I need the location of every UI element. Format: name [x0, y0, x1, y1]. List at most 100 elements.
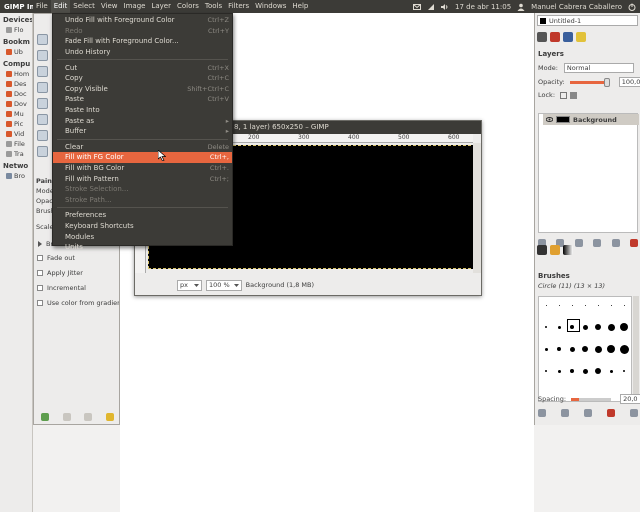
- brush-preview[interactable]: [582, 324, 588, 330]
- menu-select[interactable]: Select: [70, 0, 98, 13]
- sidebar-item[interactable]: Ub: [0, 47, 32, 57]
- lock-pixels-toggle[interactable]: [560, 91, 568, 99]
- menu-layer[interactable]: Layer: [148, 0, 174, 13]
- menu-item[interactable]: Preferences: [53, 210, 232, 221]
- sidebar-item[interactable]: Mu: [0, 109, 32, 119]
- text-tool-icon[interactable]: [37, 66, 48, 77]
- spacing-field[interactable]: 20,0: [620, 394, 640, 404]
- restore-options-icon[interactable]: [62, 413, 71, 421]
- brush-preview[interactable]: [582, 368, 588, 374]
- delete-options-icon[interactable]: [84, 413, 93, 421]
- mail-icon[interactable]: [413, 3, 422, 11]
- menu-file[interactable]: File: [33, 0, 51, 13]
- brush-preview[interactable]: [623, 370, 625, 372]
- brush-scrollbar[interactable]: [633, 296, 639, 402]
- layer-mode-select[interactable]: Normal: [563, 63, 634, 73]
- duplicate-layer-icon[interactable]: [593, 239, 602, 247]
- menu-help[interactable]: Help: [289, 0, 311, 13]
- user-name[interactable]: Manuel Cabrera Caballero: [531, 3, 622, 11]
- checkbox-icon[interactable]: [37, 254, 43, 261]
- menu-view[interactable]: View: [98, 0, 121, 13]
- reset-options-icon[interactable]: [106, 413, 115, 421]
- network-icon[interactable]: [427, 3, 435, 11]
- clock[interactable]: 17 de abr 11:05: [455, 3, 511, 11]
- sidebar-item[interactable]: Bro: [0, 171, 32, 181]
- lower-layer-icon[interactable]: [574, 239, 583, 247]
- unit-select[interactable]: px: [177, 279, 202, 291]
- brush-preview[interactable]: [595, 368, 601, 374]
- menu-item[interactable]: Copy Visible Shift+Ctrl+C: [53, 84, 232, 95]
- brush-preview[interactable]: [594, 345, 602, 353]
- checkbox-icon[interactable]: [37, 284, 43, 291]
- refresh-brushes-icon[interactable]: [630, 409, 638, 417]
- eye-icon[interactable]: [546, 117, 553, 122]
- brush-preview[interactable]: [609, 369, 613, 373]
- brush-preview[interactable]: [557, 369, 561, 373]
- brush-preview[interactable]: [544, 347, 548, 351]
- menu-item[interactable]: Fill with Pattern Ctrl+;: [53, 173, 232, 184]
- delete-layer-icon[interactable]: [629, 239, 638, 247]
- delete-brush-icon[interactable]: [607, 409, 615, 417]
- brushes-tab-icon[interactable]: [537, 245, 547, 255]
- lock-alpha-toggle[interactable]: [570, 91, 578, 99]
- menu-item[interactable]: Modules: [53, 231, 232, 242]
- channels-tab-icon[interactable]: [550, 32, 560, 42]
- image-selector[interactable]: Untitled-1: [537, 15, 638, 26]
- menu-item[interactable]: Fill with FG Color Ctrl+,: [53, 152, 232, 163]
- paths-tab-icon[interactable]: [563, 32, 573, 42]
- clone-tool-icon[interactable]: [37, 82, 48, 93]
- brush-tool-icon[interactable]: [37, 98, 48, 109]
- volume-icon[interactable]: [441, 3, 449, 11]
- rect-select-tool-icon[interactable]: [37, 34, 48, 45]
- menu-windows[interactable]: Windows: [252, 0, 289, 13]
- brush-preview[interactable]: [584, 304, 586, 306]
- brush-preview[interactable]: [597, 304, 599, 306]
- menu-item[interactable]: Redo Ctrl+Y: [53, 26, 232, 37]
- brush-preview[interactable]: [607, 323, 615, 331]
- menu-item[interactable]: Units: [53, 242, 232, 253]
- menu-filters[interactable]: Filters: [225, 0, 252, 13]
- duplicate-brush-icon[interactable]: [584, 409, 592, 417]
- opacity-slider-handle[interactable]: [603, 77, 610, 87]
- brush-grid[interactable]: [538, 296, 632, 402]
- brush-preview[interactable]: [545, 326, 547, 328]
- sidebar-item[interactable]: Des: [0, 79, 32, 89]
- sidebar-item[interactable]: Doc: [0, 89, 32, 99]
- menu-edit[interactable]: Edit: [50, 0, 71, 13]
- menu-item[interactable]: Stroke Selection...: [53, 184, 232, 195]
- brush-preview[interactable]: [570, 369, 574, 373]
- sidebar-item[interactable]: Flo: [0, 25, 32, 35]
- menu-item[interactable]: Clear Delete: [53, 142, 232, 153]
- menu-item[interactable]: Copy Ctrl+C: [53, 73, 232, 84]
- brush-preview[interactable]: [619, 344, 629, 354]
- power-icon[interactable]: [628, 3, 636, 11]
- brush-preview[interactable]: [595, 324, 601, 330]
- brush-preview[interactable]: [558, 304, 560, 306]
- layer-row[interactable]: Background: [543, 114, 639, 125]
- brush-preview[interactable]: [545, 304, 547, 306]
- spacing-slider[interactable]: [571, 397, 612, 401]
- brush-preview[interactable]: [610, 304, 612, 306]
- checkbox-icon[interactable]: [37, 269, 43, 276]
- gradients-tab-icon[interactable]: [563, 245, 573, 255]
- brush-preview[interactable]: [571, 304, 573, 306]
- sidebar-item[interactable]: Pic: [0, 119, 32, 129]
- fuzzy-select-tool-icon[interactable]: [37, 130, 48, 141]
- layers-tab-icon[interactable]: [537, 32, 547, 42]
- brush-preview[interactable]: [557, 347, 561, 351]
- menu-item[interactable]: Fill with BG Color Ctrl+.: [53, 163, 232, 174]
- brush-preview[interactable]: [623, 304, 625, 306]
- smudge-tool-icon[interactable]: [37, 114, 48, 125]
- option-checkbox[interactable]: Incremental: [34, 280, 119, 295]
- paths-tool-icon[interactable]: [37, 146, 48, 157]
- opacity-field[interactable]: 100,0: [618, 77, 640, 87]
- brush-preview[interactable]: [607, 345, 615, 353]
- menu-item[interactable]: Keyboard Shortcuts: [53, 221, 232, 232]
- menu-item[interactable]: Fade Fill with Foreground Color...: [53, 36, 232, 47]
- opacity-slider[interactable]: [569, 77, 610, 87]
- menu-item[interactable]: Undo Fill with Foreground Color Ctrl+Z: [53, 15, 232, 26]
- menu-item[interactable]: Buffer ▸: [53, 126, 232, 137]
- menu-item[interactable]: Cut Ctrl+X: [53, 62, 232, 73]
- anchor-layer-icon[interactable]: [611, 239, 620, 247]
- sidebar-item[interactable]: Tra: [0, 149, 32, 159]
